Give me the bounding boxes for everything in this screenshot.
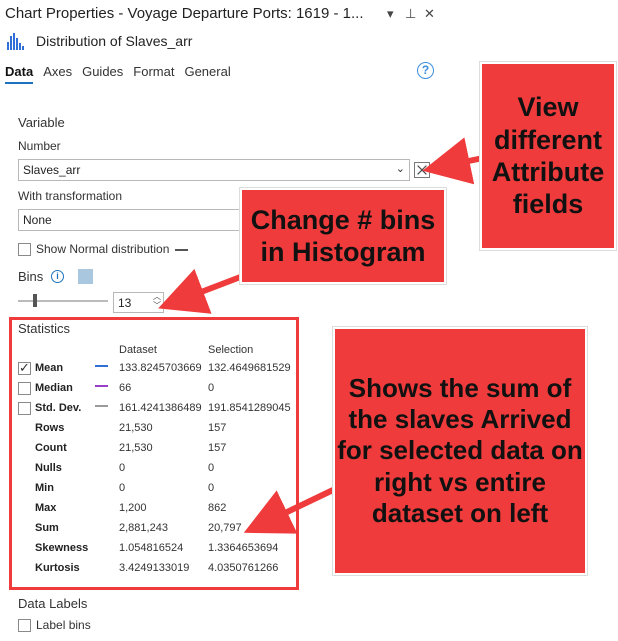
callout-shows-sum: Shows the sum of the slaves Arrived for … xyxy=(333,327,587,575)
arrow-to-field-select xyxy=(422,137,484,185)
arrow-to-bins xyxy=(158,268,245,314)
callout-view-attributes: View different Attribute fields xyxy=(480,62,616,250)
callout-change-bins: Change # bins in Histogram xyxy=(240,188,446,284)
arrow-to-sum xyxy=(243,487,335,534)
